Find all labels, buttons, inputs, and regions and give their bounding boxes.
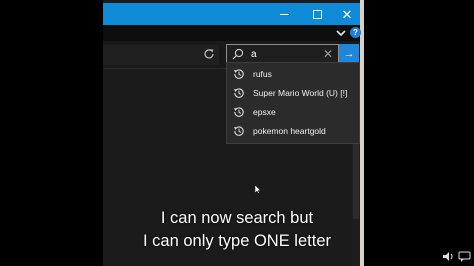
search-input[interactable] — [251, 48, 321, 61]
video-frame: ✕ ? ✕ → — [0, 0, 474, 266]
chat-bubble-icon[interactable] — [458, 250, 471, 263]
speaker-icon[interactable] — [442, 250, 455, 263]
help-icon[interactable]: ? — [350, 27, 361, 38]
chevron-down-icon[interactable] — [335, 26, 347, 40]
suggestion-item[interactable]: pokemon heartgold — [227, 122, 359, 140]
minimize-icon — [279, 13, 289, 15]
minimize-button[interactable] — [269, 3, 299, 25]
maximize-button[interactable] — [302, 3, 332, 25]
arrow-right-icon: → — [343, 48, 355, 60]
title-bar[interactable]: ✕ — [103, 3, 360, 25]
maximize-icon — [312, 9, 322, 19]
mouse-cursor-icon — [255, 185, 261, 194]
ribbon-bar: ? — [103, 25, 361, 41]
caption-line-2: I can only type ONE letter — [142, 232, 331, 250]
close-button[interactable]: ✕ — [332, 3, 362, 25]
video-caption: I can now search but I can only type ONE… — [103, 207, 371, 253]
search-box[interactable]: ✕ — [226, 44, 339, 64]
search-icon — [232, 48, 244, 60]
history-icon — [234, 107, 244, 117]
player-corner-controls — [440, 250, 474, 264]
caption-line-1: I can now search but — [160, 209, 314, 227]
suggestion-label: pokemon heartgold — [253, 126, 326, 136]
letterbox-right — [362, 0, 474, 266]
suggestion-item[interactable]: epsxe — [227, 103, 359, 121]
history-icon — [234, 126, 244, 136]
search-suggestions-dropdown: rufus Super Mario World (U) [!] epsxe po… — [226, 62, 360, 144]
history-icon — [234, 88, 244, 98]
close-icon: ✕ — [341, 6, 353, 22]
suggestion-label: Super Mario World (U) [!] — [253, 88, 348, 98]
search-go-button[interactable]: → — [339, 44, 359, 64]
refresh-icon[interactable] — [202, 47, 216, 61]
suggestion-label: epsxe — [253, 107, 276, 117]
clear-search-icon[interactable]: ✕ — [323, 46, 333, 62]
suggestion-label: rufus — [253, 69, 272, 79]
history-icon — [234, 69, 244, 79]
suggestion-item[interactable]: rufus — [227, 65, 359, 83]
letterbox-left — [0, 0, 103, 266]
suggestion-item[interactable]: Super Mario World (U) [!] — [227, 84, 359, 102]
